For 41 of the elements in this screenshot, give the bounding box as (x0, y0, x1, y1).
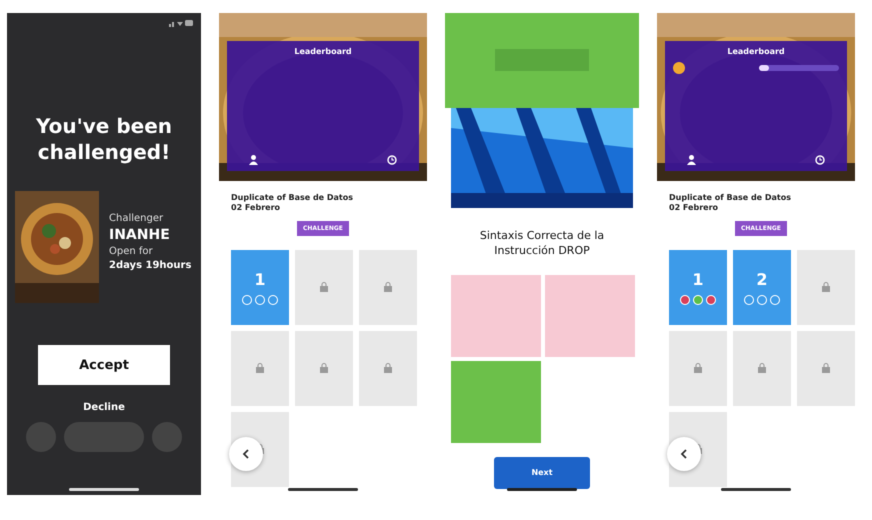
home-indicator (721, 488, 791, 491)
challenge-title: You've been challenged! (35, 113, 173, 165)
home-indicator (69, 488, 139, 491)
clock-icon (815, 155, 825, 165)
lock-icon (384, 282, 392, 292)
nav-button[interactable] (26, 422, 56, 452)
lock-icon (822, 282, 830, 292)
lock-icon (694, 363, 702, 374)
question-tile[interactable]: 1 (231, 250, 289, 325)
leaderboard-title: Leaderboard (294, 47, 352, 56)
lock-icon (758, 363, 766, 374)
answer-option[interactable] (451, 360, 541, 443)
question-tile[interactable]: 1 (669, 250, 727, 325)
leaderboard-title: Leaderboard (727, 47, 785, 56)
challenger-label: Challenger (109, 213, 164, 224)
quiz-title: Duplicate of Base de Datos 02 Febrero (231, 193, 354, 214)
question-tile[interactable]: 2 (733, 250, 791, 325)
decline-button[interactable]: Decline (77, 401, 131, 414)
answer-option[interactable] (451, 274, 541, 357)
challenger-name: INANHE (109, 227, 171, 243)
lock-icon (384, 363, 392, 374)
lock-icon (320, 282, 328, 292)
next-button[interactable]: Next (494, 456, 590, 489)
person-icon (249, 155, 258, 165)
quiz-title: Duplicate of Base de Datos 02 Febrero (669, 193, 792, 214)
avatar-icon (673, 62, 685, 74)
time-left: 2days 19hours (109, 260, 192, 271)
status-icons (169, 19, 193, 27)
accept-button[interactable]: Accept (38, 345, 170, 385)
lock-icon (256, 363, 264, 374)
open-for-label: Open for (109, 246, 154, 257)
lock-icon (320, 363, 328, 374)
home-indicator (507, 488, 577, 491)
home-indicator (288, 488, 358, 491)
clock-icon (387, 155, 397, 165)
nav-button[interactable] (64, 422, 144, 452)
answer-option[interactable] (545, 274, 635, 357)
lock-icon (822, 363, 830, 374)
nav-button[interactable] (152, 422, 182, 452)
person-icon (687, 155, 696, 165)
question-text: Sintaxis Correcta de la Instrucción DROP (478, 228, 606, 259)
